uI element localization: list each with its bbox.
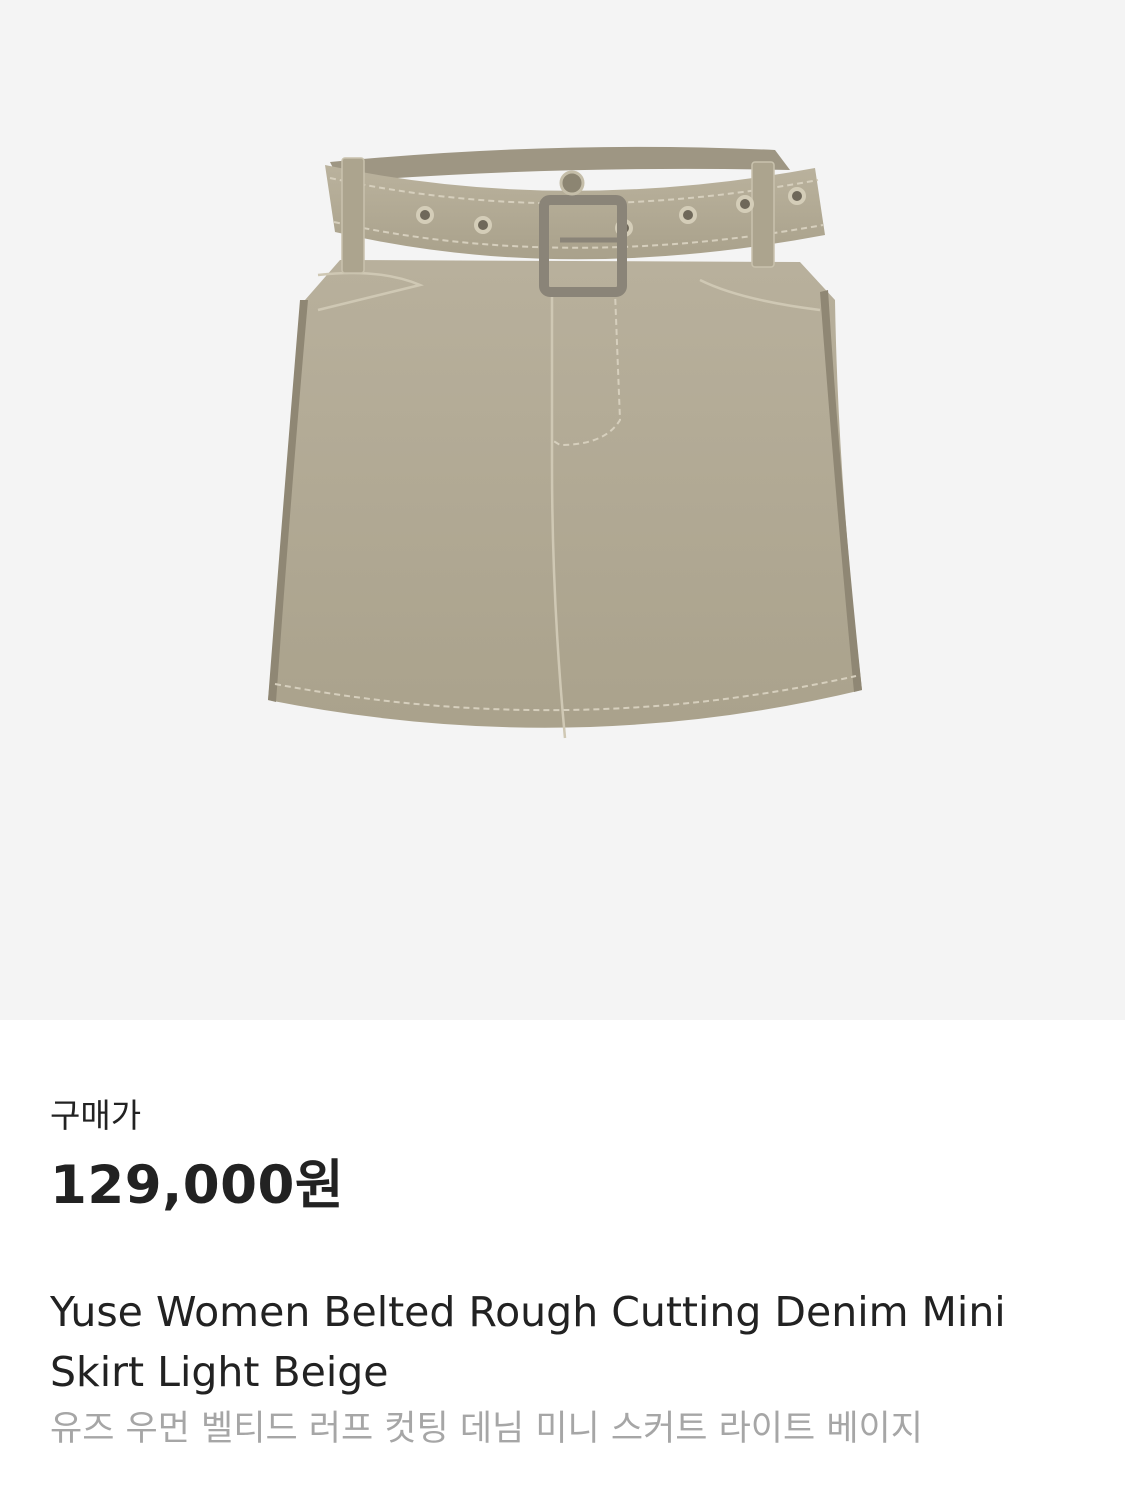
product-page: 구매가 129,000원 Yuse Women Belted Rough Cut… [0, 0, 1125, 1501]
skirt-illustration [268, 146, 862, 739]
skirt-body [268, 260, 862, 728]
product-name-english: Yuse Women Belted Rough Cutting Denim Mi… [50, 1288, 1006, 1396]
frayed-waistband [330, 146, 790, 182]
product-image[interactable] [0, 0, 1125, 1020]
belt-loop-right [751, 161, 775, 268]
product-name-korean: 유즈 우먼 벨티드 러프 컷팅 데님 미니 스커트 라이트 베이지 [50, 1409, 923, 1449]
waist-button [559, 170, 585, 196]
price-label: 구매가 [50, 1096, 142, 1135]
belt-loop-left [341, 157, 365, 274]
price-value: 129,000원 [50, 1155, 345, 1216]
